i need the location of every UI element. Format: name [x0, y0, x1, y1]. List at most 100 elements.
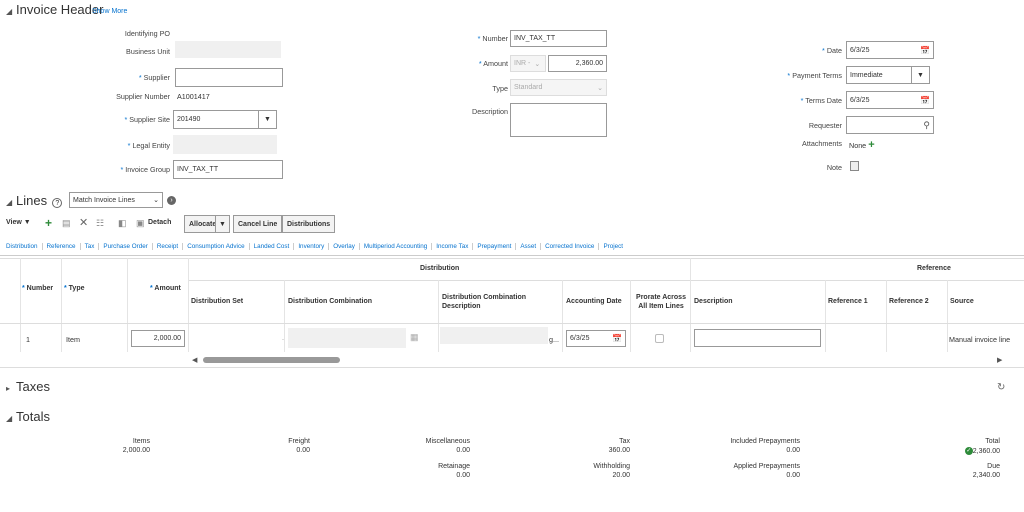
view-menu[interactable]: View ▼: [6, 219, 31, 226]
tab-asset[interactable]: Asset: [516, 243, 542, 250]
row-accounting-date-input[interactable]: 6/3/25 📅: [566, 330, 626, 347]
row-prorate-checkbox[interactable]: [655, 334, 664, 343]
distributions-button[interactable]: Distributions: [282, 215, 336, 233]
terms-date-input[interactable]: 6/3/25 📅: [846, 91, 934, 109]
go-arrow-icon[interactable]: ›: [167, 196, 176, 205]
tab-project[interactable]: Project: [599, 243, 627, 250]
tab-landed-cost[interactable]: Landed Cost: [250, 243, 295, 250]
tab-prepayment[interactable]: Prepayment: [473, 243, 517, 250]
applied-prepayments-value: 0.00: [786, 472, 800, 479]
type-select[interactable]: Standard ⌄: [510, 79, 607, 96]
col-reference-1[interactable]: Reference 1: [828, 298, 868, 305]
tab-consumption-advice[interactable]: Consumption Advice: [183, 243, 250, 250]
row-amount-input[interactable]: 2,000.00: [131, 330, 185, 347]
col-accounting-date[interactable]: Accounting Date: [566, 298, 622, 305]
business-unit-field: [175, 41, 281, 58]
amount-label: * Amount: [478, 59, 508, 68]
payment-terms-select[interactable]: Immediate ▼: [846, 66, 930, 84]
supplier-site-select[interactable]: 201490 ▼: [173, 110, 277, 129]
withholding-value: 20.00: [612, 472, 630, 479]
search-icon[interactable]: ⚲: [923, 120, 930, 131]
cancel-line-button[interactable]: Cancel Line: [233, 215, 283, 233]
requester-label: Requester: [808, 121, 842, 130]
show-more-link[interactable]: Show More: [92, 8, 127, 15]
supplier-number-value: A1001417: [177, 92, 210, 101]
items-label: Items: [132, 438, 150, 445]
detach-button[interactable]: Detach: [148, 219, 171, 226]
add-icon[interactable]: +: [868, 139, 874, 151]
row-number: 1: [26, 335, 30, 344]
duplicate-icon[interactable]: ▤: [62, 218, 71, 229]
items-value: 2,000.00: [122, 447, 150, 454]
col-distribution-combination-description[interactable]: Distribution Combination Description: [442, 293, 552, 311]
requester-input[interactable]: ⚲: [846, 116, 934, 134]
picker-icon[interactable]: ▦: [410, 332, 419, 343]
col-source[interactable]: Source: [950, 298, 974, 305]
lines-title[interactable]: ◢ Lines ?: [6, 193, 63, 208]
chevron-down-icon: ⌄: [597, 84, 603, 92]
calendar-icon[interactable]: 📅: [920, 46, 930, 55]
totals-title[interactable]: ◢ Totals: [6, 409, 50, 424]
taxes-title[interactable]: ▸ Taxes: [6, 379, 50, 394]
row-line-description-input[interactable]: [694, 329, 821, 347]
tab-tax[interactable]: Tax: [81, 243, 100, 250]
row-distribution-combination-field[interactable]: [288, 328, 406, 348]
col-description[interactable]: Description: [694, 298, 733, 305]
invoice-header-title[interactable]: ◢ Invoice Header: [6, 2, 103, 17]
delete-icon[interactable]: ✕: [79, 216, 88, 229]
col-distribution-combination[interactable]: Distribution Combination: [288, 298, 372, 305]
withholding-label: Withholding: [593, 463, 630, 470]
calendar-icon[interactable]: 📅: [920, 96, 930, 105]
calendar-icon[interactable]: 📅: [612, 334, 622, 343]
columns-icon[interactable]: ☷: [96, 218, 104, 229]
col-amount[interactable]: * Amount: [150, 285, 181, 292]
note-icon[interactable]: [850, 161, 859, 171]
tab-purchase-order[interactable]: Purchase Order: [99, 243, 153, 250]
scroll-left-icon[interactable]: ◀: [192, 356, 197, 364]
detach-icon[interactable]: ▣: [136, 218, 145, 229]
freeze-icon[interactable]: ◧: [118, 218, 127, 229]
due-value: 2,340.00: [972, 472, 1000, 479]
col-type[interactable]: * Type: [64, 285, 85, 292]
horizontal-scrollbar-thumb[interactable]: [203, 357, 340, 363]
tab-distribution[interactable]: Distribution: [2, 243, 43, 250]
currency-select[interactable]: INR - ⌄: [510, 55, 546, 72]
legal-entity-field: [173, 135, 277, 154]
refresh-icon[interactable]: ↻: [997, 382, 1005, 393]
tab-receipt[interactable]: Receipt: [153, 243, 184, 250]
col-prorate[interactable]: Prorate Across All Item Lines: [633, 293, 689, 311]
tab-inventory[interactable]: Inventory: [294, 243, 330, 250]
chevron-down-icon[interactable]: ▼: [911, 67, 929, 83]
col-distribution-set[interactable]: Distribution Set: [191, 298, 243, 305]
description-textarea[interactable]: [510, 103, 607, 137]
retainage-value: 0.00: [456, 472, 470, 479]
date-input[interactable]: 6/3/25 📅: [846, 41, 934, 59]
match-invoice-lines-select[interactable]: Match Invoice Lines ⌄: [69, 192, 163, 208]
col-reference-2[interactable]: Reference 2: [889, 298, 929, 305]
number-label: * Number: [477, 34, 508, 43]
tab-overlay[interactable]: Overlay: [329, 243, 360, 250]
help-icon[interactable]: ?: [52, 198, 63, 208]
freight-label: Freight: [288, 438, 310, 445]
collapse-triangle-icon[interactable]: ◢: [6, 414, 16, 423]
note-label: Note: [826, 163, 842, 172]
collapse-triangle-icon[interactable]: ◢: [6, 7, 16, 16]
chevron-down-icon: ⌄: [534, 60, 541, 68]
expand-triangle-icon[interactable]: ▸: [6, 384, 16, 393]
chevron-down-icon[interactable]: ▼: [258, 111, 276, 128]
invoice-number-input[interactable]: INV_TAX_TT: [510, 30, 607, 47]
type-label: Type: [492, 84, 508, 93]
scroll-right-icon[interactable]: ▶: [997, 356, 1002, 364]
tab-multiperiod-accounting[interactable]: Multiperiod Accounting: [360, 243, 433, 250]
tab-income-tax[interactable]: Income Tax: [432, 243, 474, 250]
amount-input[interactable]: 2,360.00: [548, 55, 607, 72]
row-desc-suffix: g...: [549, 335, 559, 344]
supplier-input[interactable]: [175, 68, 283, 87]
add-row-icon[interactable]: +: [45, 216, 52, 230]
collapse-triangle-icon[interactable]: ◢: [6, 198, 16, 207]
col-number[interactable]: * Number: [22, 285, 53, 292]
tab-reference[interactable]: Reference: [43, 243, 81, 250]
tab-corrected-invoice[interactable]: Corrected Invoice: [541, 243, 600, 250]
invoice-group-input[interactable]: INV_TAX_TT: [173, 160, 283, 179]
allocate-dropdown-icon[interactable]: ▼: [215, 215, 230, 233]
